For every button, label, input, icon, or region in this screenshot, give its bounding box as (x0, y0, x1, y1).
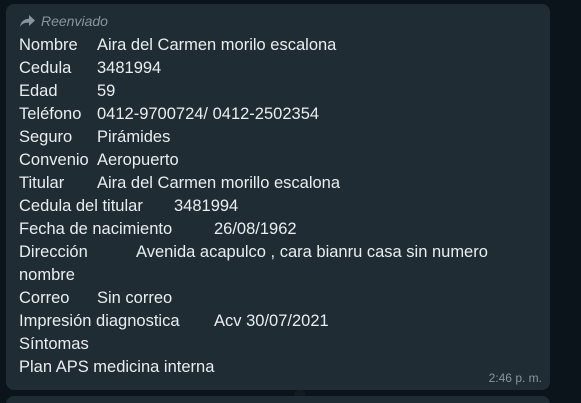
field-seguro: Seguro Pirámides (19, 126, 550, 149)
field-label: Seguro (19, 128, 73, 146)
field-value: Aeropuerto (97, 151, 179, 169)
message-text: Nombre Aira del Carmen morilo escalona C… (19, 34, 550, 379)
field-label: Nombre (19, 36, 78, 54)
field-direccion: Dirección Avenida acapulco , cara bianru… (19, 241, 550, 287)
field-correo: Correo Sin correo (19, 287, 550, 310)
field-nombre: Nombre Aira del Carmen morilo escalona (19, 34, 550, 57)
field-sintomas: Síntomas (19, 333, 550, 356)
field-fecha-nacimiento: Fecha de nacimiento 26/08/1962 (19, 218, 550, 241)
field-titular: Titular Aira del Carmen morillo escalona (19, 172, 550, 195)
field-edad: Edad 59 (19, 80, 550, 103)
field-value: Aira del Carmen morillo escalona (97, 174, 341, 192)
field-impresion: Impresión diagnostica Acv 30/07/2021 (19, 310, 550, 333)
field-label: Impresión diagnostica (19, 312, 180, 330)
field-label: Convenio (19, 151, 89, 169)
field-value: 3481994 (97, 59, 162, 77)
field-label: Correo (19, 289, 70, 307)
field-value: 59 (97, 82, 116, 100)
field-plan: Plan APS medicina interna (19, 356, 550, 379)
field-label: Cedula (19, 59, 72, 77)
field-cedula: Cedula 3481994 (19, 57, 550, 80)
field-label: Fecha de nacimiento (19, 220, 173, 238)
field-value: Aira del Carmen morilo escalona (97, 36, 337, 54)
forwarded-label: Reenviado (41, 13, 108, 29)
forwarded-indicator: Reenviado (19, 12, 550, 30)
chat-scrollbar[interactable] (573, 0, 581, 403)
message-bubble[interactable]: Reenviado Nombre Aira del Carmen morilo … (6, 4, 550, 390)
field-label: Teléfono (19, 105, 82, 123)
field-value: 3481994 (174, 197, 239, 215)
field-cedula-titular: Cedula del titular 3481994 (19, 195, 550, 218)
next-message-bubble[interactable] (6, 396, 550, 403)
field-value: Pirámides (97, 128, 171, 146)
field-label: Titular (19, 174, 65, 192)
field-value-continuation: nombre (19, 266, 75, 284)
field-label: Cedula del titular (19, 197, 143, 215)
field-value: Sin correo (97, 289, 173, 307)
field-telefono: Teléfono 0412-9700724/ 0412-2502354 (19, 103, 550, 126)
message-timestamp: 2:46 p. m. (488, 371, 542, 385)
field-label: Síntomas (19, 335, 89, 353)
field-value: 26/08/1962 (214, 220, 297, 238)
field-label: Edad (19, 82, 58, 100)
forward-arrow-icon (20, 15, 35, 27)
field-label: Dirección (19, 243, 88, 261)
field-label: Plan APS medicina interna (19, 358, 215, 376)
field-value: Acv 30/07/2021 (214, 312, 329, 330)
field-value: Avenida acapulco , cara bianru casa sin … (136, 243, 488, 261)
field-convenio: Convenio Aeropuerto (19, 149, 550, 172)
field-value: 0412-9700724/ 0412-2502354 (97, 105, 320, 123)
